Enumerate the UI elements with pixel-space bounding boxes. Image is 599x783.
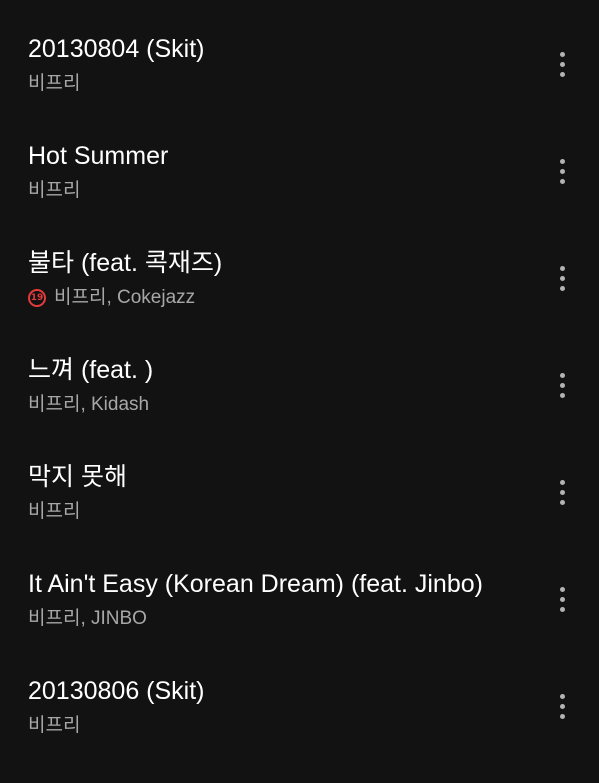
track-artists-line: 비프리: [28, 179, 80, 203]
track-list: 20130804 (Skit) 비프리 Hot Summer 비프리 불타 (f…: [0, 0, 599, 779]
more-vertical-icon-dot: [559, 168, 565, 174]
more-options-button[interactable]: [548, 44, 576, 84]
track-row[interactable]: 막지 못해 비프리: [0, 462, 599, 569]
more-vertical-icon-dot: [559, 71, 565, 77]
track-artists: 비프리: [28, 501, 81, 522]
more-vertical-icon: [559, 265, 565, 271]
track-artists-line: 19 비프리, Cokejazz: [28, 286, 195, 310]
track-artists: 비프리: [28, 180, 81, 201]
track-artists-line: 비프리, Kidash: [28, 393, 149, 417]
more-options-button[interactable]: [548, 686, 576, 726]
more-vertical-icon: [559, 158, 565, 164]
track-row[interactable]: 20130806 (Skit) 비프리: [0, 676, 599, 783]
more-vertical-icon-dot: [559, 703, 565, 709]
track-title: 느껴 (feat. ): [28, 356, 154, 384]
track-artists-line: 비프리, JINBO: [28, 607, 147, 631]
more-options-button[interactable]: [548, 365, 576, 405]
more-options-button[interactable]: [548, 579, 576, 619]
more-options-button[interactable]: [548, 151, 576, 191]
track-title: 20130804 (Skit): [28, 35, 205, 63]
more-vertical-icon-dot: [559, 61, 565, 67]
track-artists: 비프리, Kidash: [28, 394, 150, 415]
track-title: 막지 못해: [28, 463, 127, 491]
more-vertical-icon-dot: [559, 285, 565, 291]
track-artists-line: 비프리: [28, 72, 80, 96]
track-artists-line: 비프리: [28, 500, 80, 524]
more-vertical-icon-dot: [559, 382, 565, 388]
more-vertical-icon: [559, 372, 565, 378]
more-vertical-icon-dot: [559, 392, 565, 398]
more-options-button[interactable]: [548, 472, 576, 512]
more-vertical-icon-dot: [559, 178, 565, 184]
track-row[interactable]: 불타 (feat. 콕재즈) 19 비프리, Cokejazz: [0, 248, 599, 355]
track-artists: 비프리: [28, 73, 81, 94]
track-artists-line: 비프리: [28, 714, 80, 738]
more-vertical-icon-dot: [559, 713, 565, 719]
more-vertical-icon-dot: [559, 489, 565, 495]
more-vertical-icon: [559, 479, 565, 485]
track-row[interactable]: 느껴 (feat. ) 비프리, Kidash: [0, 355, 599, 462]
explicit-19-icon: 19: [28, 289, 46, 307]
more-vertical-icon-dot: [559, 606, 565, 612]
track-row[interactable]: Hot Summer 비프리: [0, 141, 599, 248]
more-vertical-icon: [559, 693, 565, 699]
more-vertical-icon: [559, 51, 565, 57]
track-artists: 비프리: [28, 715, 81, 736]
more-options-button[interactable]: [548, 258, 576, 298]
track-artists: 비프리, Cokejazz: [54, 287, 196, 308]
more-vertical-icon: [559, 586, 565, 592]
more-vertical-icon-dot: [559, 275, 565, 281]
track-artists: 비프리, JINBO: [28, 608, 147, 629]
more-vertical-icon-dot: [559, 499, 565, 505]
track-row[interactable]: 20130804 (Skit) 비프리: [0, 34, 599, 141]
track-title: 20130806 (Skit): [28, 677, 205, 705]
more-vertical-icon-dot: [559, 596, 565, 602]
track-title: Hot Summer: [28, 142, 169, 170]
track-title: 불타 (feat. 콕재즈): [28, 249, 223, 277]
track-title: It Ain't Easy (Korean Dream) (feat. Jinb…: [28, 570, 483, 598]
track-row[interactable]: It Ain't Easy (Korean Dream) (feat. Jinb…: [0, 569, 599, 676]
